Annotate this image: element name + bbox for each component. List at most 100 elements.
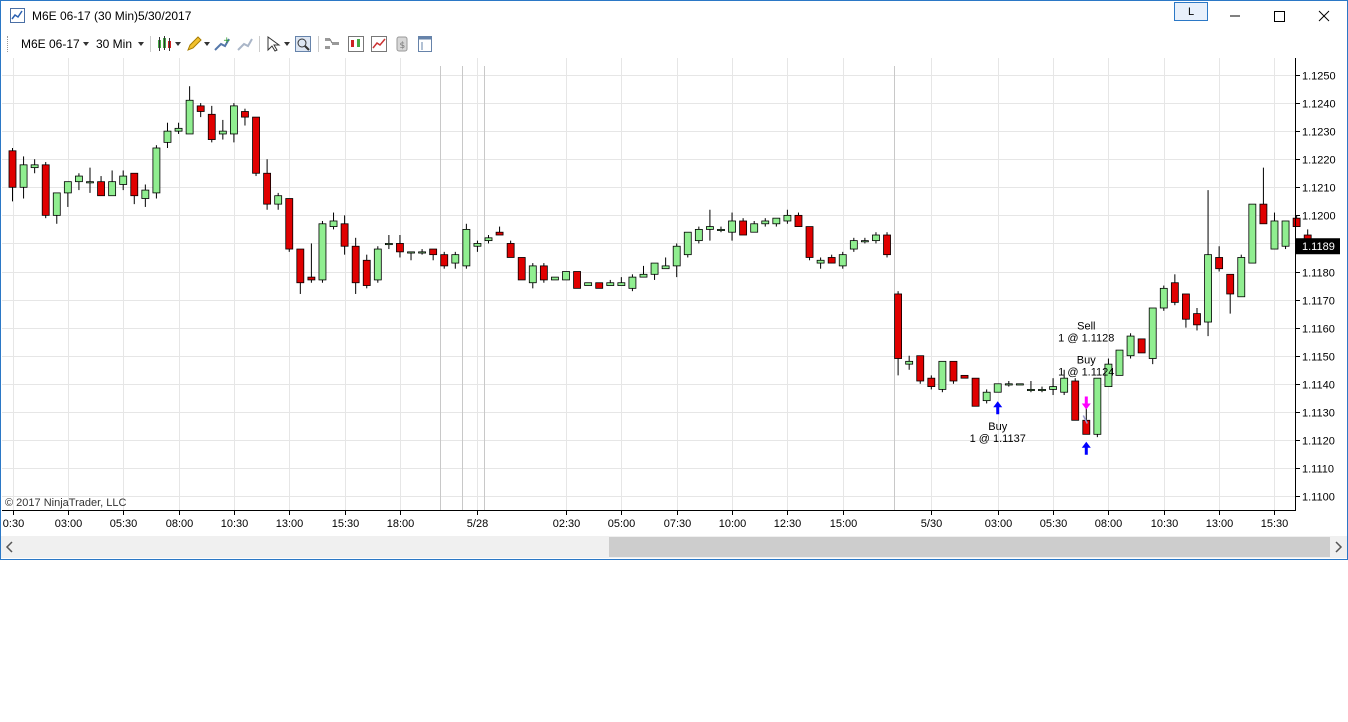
candle[interactable]	[1281, 220, 1290, 250]
chart-trader-icon[interactable]	[347, 35, 365, 53]
pointer-icon[interactable]	[265, 35, 283, 53]
candle-body-up	[584, 282, 593, 286]
candle[interactable]	[551, 276, 559, 281]
candle[interactable]	[562, 271, 570, 281]
strategies-icon[interactable]	[323, 35, 341, 53]
candle-body-up	[141, 189, 150, 199]
properties-icon[interactable]	[416, 35, 434, 53]
buy-price-label: 1 @ 1.1137	[970, 433, 1026, 445]
performance-icon[interactable]	[370, 35, 388, 53]
maximize-button[interactable]	[1264, 5, 1294, 27]
zoom-icon[interactable]	[294, 35, 312, 53]
candle[interactable]	[883, 232, 891, 258]
candle[interactable]	[285, 198, 294, 252]
remove-indicator-icon[interactable]	[236, 35, 254, 53]
toolbar-separator	[259, 36, 260, 52]
candle[interactable]	[1126, 333, 1135, 359]
copyright-label: © 2017 NinjaTrader, LLC	[5, 497, 126, 509]
candle[interactable]	[517, 257, 526, 281]
candle[interactable]	[694, 226, 703, 244]
x-tick-label: 02:30	[553, 518, 581, 530]
candle[interactable]	[960, 374, 969, 379]
candle-body-up	[761, 220, 770, 225]
candle[interactable]	[1237, 254, 1246, 298]
candle[interactable]	[1015, 383, 1024, 386]
x-tick-label: 10:30	[1151, 518, 1179, 530]
candle[interactable]	[805, 226, 814, 261]
chart-app-icon	[10, 8, 25, 23]
candle-body-down	[1215, 257, 1224, 270]
candle[interactable]	[1115, 349, 1124, 376]
scroll-thumb[interactable]	[609, 537, 1330, 557]
candle-body-down	[429, 248, 438, 256]
add-indicator-icon[interactable]: +	[213, 35, 231, 53]
candle-body-up	[717, 228, 725, 231]
title-bar[interactable]: M6E 06-17 (30 Min) 5/30/2017 L	[1, 1, 1347, 31]
candle-body-down	[916, 355, 925, 382]
candle[interactable]	[971, 377, 980, 407]
candle-body-down	[440, 254, 449, 267]
candle[interactable]	[993, 383, 1002, 393]
scroll-right-icon[interactable]	[1332, 540, 1344, 554]
candle[interactable]	[739, 218, 748, 236]
candle[interactable]	[916, 355, 925, 384]
x-tick-label: 5/30	[921, 518, 942, 530]
candle-body-down	[241, 111, 249, 118]
y-tick-label: 1.1100	[1302, 492, 1335, 504]
chart-toolbar: M6E 06-17 30 Min + $	[1, 31, 1347, 57]
candle[interactable]	[683, 231, 692, 258]
candle-body-down	[573, 271, 581, 289]
candle-body-up	[86, 181, 94, 184]
x-tick-label: 15:00	[830, 518, 858, 530]
scroll-left-icon[interactable]	[4, 540, 16, 554]
candle-body-up	[551, 276, 559, 281]
candle[interactable]	[1159, 285, 1168, 311]
candle-body-down	[362, 259, 371, 286]
candle[interactable]	[628, 274, 637, 292]
candle[interactable]	[1071, 378, 1080, 421]
candle[interactable]	[1093, 377, 1102, 438]
interval-dropdown-icon[interactable]	[138, 42, 144, 46]
price-chart[interactable]: Buy1 @ 1.1137Sell1 @ 1.1128Buy1 @ 1.1124…	[2, 58, 1346, 536]
candle[interactable]	[584, 282, 593, 286]
chart-style-dropdown-icon[interactable]	[175, 42, 181, 46]
candle[interactable]	[318, 220, 327, 283]
candle[interactable]	[539, 263, 548, 283]
link-button[interactable]: L	[1174, 2, 1208, 21]
instrument-dropdown-icon[interactable]	[83, 42, 89, 46]
candle[interactable]	[949, 360, 958, 384]
candle[interactable]	[41, 162, 50, 219]
candle[interactable]	[506, 240, 515, 258]
money-icon[interactable]: $	[393, 35, 411, 53]
candle[interactable]	[1248, 203, 1257, 264]
candle[interactable]	[595, 282, 604, 289]
candle[interactable]	[152, 145, 161, 199]
candle-body-up	[672, 245, 681, 267]
candle[interactable]	[1148, 307, 1157, 365]
drawing-tool-dropdown-icon[interactable]	[204, 42, 210, 46]
x-tick-label: 03:00	[55, 518, 83, 530]
candle-body-up	[661, 265, 670, 270]
minimize-button[interactable]	[1220, 5, 1250, 27]
candle-body-up	[849, 240, 858, 250]
chart-style-icon[interactable]	[156, 35, 174, 53]
candle-body-up	[1248, 203, 1257, 264]
candle[interactable]	[252, 116, 260, 177]
svg-text:$: $	[400, 41, 406, 51]
candle-body-up	[639, 273, 648, 278]
candle[interactable]	[573, 271, 581, 289]
close-button[interactable]	[1309, 5, 1339, 27]
toolbar-grip[interactable]	[7, 36, 10, 52]
candle[interactable]	[838, 251, 847, 269]
candle-body-up	[418, 251, 426, 254]
drawing-tool-icon[interactable]	[185, 35, 203, 53]
interval-selector[interactable]: 30 Min	[96, 37, 132, 51]
candle[interactable]	[938, 360, 947, 393]
instrument-selector[interactable]: M6E 06-17	[21, 37, 80, 51]
candle[interactable]	[1137, 338, 1146, 354]
pointer-dropdown-icon[interactable]	[284, 42, 290, 46]
horizontal-scrollbar[interactable]	[1, 536, 1347, 558]
candle[interactable]	[373, 246, 382, 283]
candle[interactable]	[440, 251, 449, 269]
candle[interactable]	[462, 223, 471, 269]
